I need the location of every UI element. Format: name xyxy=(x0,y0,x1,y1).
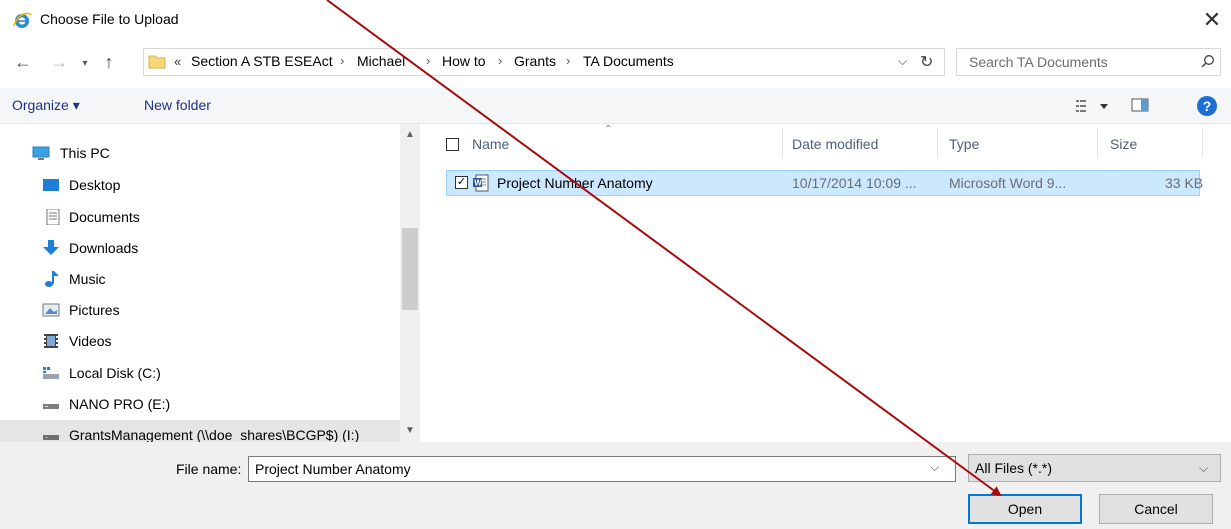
sort-ascending-icon: ⌃ xyxy=(604,124,613,135)
nav-item-local-disk[interactable]: Local Disk (C:) xyxy=(0,358,400,388)
search-icon[interactable] xyxy=(1201,54,1215,68)
word-document-icon: W xyxy=(473,174,489,192)
navigation-scrollbar[interactable]: ▲ ▼ xyxy=(400,124,420,442)
column-header-name[interactable]: Name xyxy=(472,136,509,152)
scroll-up-icon[interactable]: ▲ xyxy=(400,124,420,144)
change-view-icon[interactable] xyxy=(1076,96,1116,116)
documents-icon xyxy=(46,209,60,225)
file-size-cell: 33 KB xyxy=(1165,175,1204,191)
title-bar: Choose File to Upload ✕ xyxy=(0,0,1231,40)
preview-pane-icon[interactable] xyxy=(1131,97,1149,113)
help-icon[interactable]: ? xyxy=(1197,96,1217,116)
nav-item-label: Downloads xyxy=(69,240,139,256)
breadcrumb-item[interactable]: Michael xyxy=(357,53,405,69)
dialog-footer: File name: ⌵ All Files (*.*) ⌵ Open Canc… xyxy=(0,442,1231,529)
desktop-icon xyxy=(43,179,59,191)
organize-button[interactable]: Organize ▾ xyxy=(12,97,80,114)
downloads-icon xyxy=(43,240,59,255)
file-list: ⌃ Name Date modified Type Size ✓ W Proje… xyxy=(432,124,1222,442)
local-disk-icon xyxy=(43,367,59,379)
usb-drive-icon xyxy=(43,404,59,409)
scroll-down-icon[interactable]: ▼ xyxy=(400,420,420,440)
chevron-down-icon: ⌵ xyxy=(1199,461,1209,475)
nav-item-label: Videos xyxy=(69,333,112,349)
network-drive-icon xyxy=(43,435,59,440)
nav-item-label: Desktop xyxy=(69,177,121,193)
column-divider[interactable] xyxy=(1202,128,1203,158)
breadcrumb-item[interactable]: Grants xyxy=(514,53,556,69)
nav-item-this-pc[interactable]: This PC xyxy=(0,138,400,168)
cancel-button[interactable]: Cancel xyxy=(1099,494,1213,524)
command-toolbar: Organize ▾ New folder ? xyxy=(0,88,1231,124)
table-row[interactable]: ✓ W Project Number Anatomy 10/17/2014 10… xyxy=(446,170,1204,196)
breadcrumb-separator[interactable]: › xyxy=(498,53,502,68)
up-arrow-icon[interactable]: ↑ xyxy=(98,50,120,74)
column-divider[interactable] xyxy=(1097,128,1098,158)
videos-icon xyxy=(44,334,58,348)
nav-item-label: Local Disk (C:) xyxy=(69,365,161,381)
column-divider[interactable] xyxy=(937,128,938,158)
search-box[interactable] xyxy=(956,48,1221,76)
recent-locations-chevron-icon[interactable]: ▾ xyxy=(78,52,92,74)
nav-item-label: GrantsManagement (\\doe_shares\BCGP$) (I… xyxy=(69,427,360,442)
breadcrumb-item[interactable]: Section A STB ESEAct xyxy=(191,53,333,69)
new-folder-button[interactable]: New folder xyxy=(144,97,211,113)
nav-item-downloads[interactable]: Downloads xyxy=(0,233,400,263)
scrollbar-thumb[interactable] xyxy=(402,228,418,310)
breadcrumb-item[interactable]: TA Documents xyxy=(583,53,674,69)
nav-item-videos[interactable]: Videos xyxy=(0,326,400,356)
back-arrow-icon[interactable]: ← xyxy=(12,50,34,74)
forward-arrow-icon[interactable]: → xyxy=(48,50,70,74)
file-name-dropdown-icon[interactable]: ⌵ xyxy=(930,460,939,475)
svg-text:W: W xyxy=(474,179,482,188)
file-name-label: File name: xyxy=(176,461,242,477)
internet-explorer-icon xyxy=(13,12,32,28)
breadcrumb-separator[interactable]: › xyxy=(426,53,430,68)
select-all-checkbox[interactable] xyxy=(446,138,459,151)
column-header-date-modified[interactable]: Date modified xyxy=(792,136,878,152)
search-input[interactable] xyxy=(969,49,1179,75)
nav-item-label: NANO PRO (E:) xyxy=(69,396,171,412)
breadcrumb-overflow[interactable]: « xyxy=(174,54,181,69)
file-name-input[interactable] xyxy=(248,456,956,482)
file-type-cell: Microsoft Word 9... xyxy=(949,175,1067,191)
folder-icon xyxy=(148,55,166,69)
nav-item-desktop[interactable]: Desktop xyxy=(0,170,400,200)
refresh-icon[interactable]: ↻ xyxy=(920,52,933,72)
navigation-pane: This PC Desktop Documents Downloads Musi… xyxy=(0,124,426,442)
address-dropdown-icon[interactable]: ⌵ xyxy=(898,54,907,69)
this-pc-icon xyxy=(32,146,50,160)
column-header-size[interactable]: Size xyxy=(1110,136,1137,152)
breadcrumb-item[interactable]: How to xyxy=(442,53,486,69)
address-bar[interactable]: « Section A STB ESEAct › Michael › How t… xyxy=(143,48,945,76)
close-button[interactable]: ✕ xyxy=(1196,4,1228,36)
breadcrumb-separator[interactable]: › xyxy=(566,53,570,68)
nav-item-label: Music xyxy=(69,271,106,287)
pictures-icon xyxy=(42,303,60,317)
row-checkbox[interactable]: ✓ xyxy=(455,176,468,189)
nav-item-nano-pro[interactable]: NANO PRO (E:) xyxy=(0,389,400,419)
open-button[interactable]: Open xyxy=(968,494,1082,524)
music-icon xyxy=(45,271,59,287)
nav-item-label: This PC xyxy=(60,145,110,161)
file-name-cell: Project Number Anatomy xyxy=(497,175,653,191)
nav-item-documents[interactable]: Documents xyxy=(0,202,400,232)
file-type-value: All Files (*.*) xyxy=(975,460,1053,476)
window-title: Choose File to Upload xyxy=(40,11,179,27)
nav-item-grants-management[interactable]: GrantsManagement (\\doe_shares\BCGP$) (I… xyxy=(0,420,400,442)
column-header-type[interactable]: Type xyxy=(949,136,979,152)
nav-item-label: Pictures xyxy=(69,302,120,318)
nav-item-music[interactable]: Music xyxy=(0,264,400,294)
nav-item-pictures[interactable]: Pictures xyxy=(0,295,400,325)
file-date-cell: 10/17/2014 10:09 ... xyxy=(792,175,917,191)
breadcrumb-separator[interactable]: › xyxy=(340,53,344,68)
column-divider[interactable] xyxy=(782,128,783,158)
nav-item-label: Documents xyxy=(69,209,140,225)
file-type-select[interactable]: All Files (*.*) ⌵ xyxy=(968,454,1221,482)
